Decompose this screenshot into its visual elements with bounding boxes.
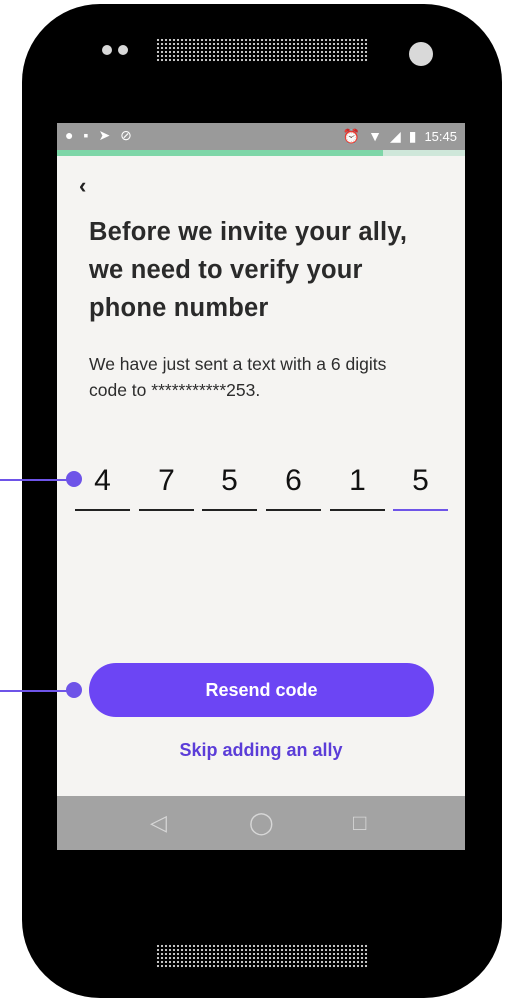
nav-back-icon[interactable]: ◁ — [150, 810, 167, 836]
otp-digit: 4 — [94, 464, 111, 497]
otp-digit: 5 — [412, 464, 429, 497]
signal-icon: ◢ — [389, 128, 401, 144]
otp-digit: 7 — [158, 464, 175, 497]
otp-digit-field[interactable]: 5 — [393, 461, 448, 511]
description-text: We have just sent a text with a 6 digits… — [89, 354, 387, 400]
resend-code-button[interactable]: Resend code — [89, 663, 434, 717]
wifi-icon: ▼ — [368, 128, 382, 144]
otp-digit: 5 — [221, 464, 238, 497]
status-bar: ● ▪ ➤ ⊘ ⏰ ▼ ◢ ▮ 15:45 — [57, 123, 465, 150]
top-speaker-grille — [156, 38, 368, 62]
progress-bar — [57, 150, 465, 156]
chat-bubble-icon: ● — [65, 127, 74, 143]
otp-digit: 1 — [349, 464, 366, 497]
annotation-dot-resend — [66, 682, 82, 698]
system-nav-bar: ◁ ◯ □ — [57, 796, 465, 850]
proximity-sensor-icon — [118, 45, 128, 55]
otp-digit-field[interactable]: 4 — [75, 461, 130, 511]
otp-digit-field[interactable]: 6 — [266, 461, 321, 511]
front-camera-icon — [102, 45, 112, 55]
progress-fill — [57, 150, 384, 156]
app-screen: ● ▪ ➤ ⊘ ⏰ ▼ ◢ ▮ 15:45 ‹ Before we invite… — [57, 123, 465, 850]
page-title: Before we invite your ally, we need to v… — [89, 218, 408, 322]
otp-digit-field[interactable]: 7 — [139, 461, 194, 511]
otp-digit: 6 — [285, 464, 302, 497]
otp-underline — [202, 509, 257, 511]
alarm-icon: ⏰ — [342, 128, 361, 144]
otp-input[interactable]: 4 7 5 6 1 5 — [75, 461, 455, 511]
otp-underline — [330, 509, 385, 511]
otp-underline — [139, 509, 194, 511]
annotation-dot-otp — [66, 471, 82, 487]
image-icon: ▪ — [83, 127, 89, 143]
otp-digit-field[interactable]: 1 — [330, 461, 385, 511]
back-button[interactable]: ‹ — [79, 173, 86, 199]
nav-home-icon[interactable]: ◯ — [249, 810, 274, 836]
annotation-line-otp — [0, 479, 72, 481]
otp-underline — [75, 509, 130, 511]
battery-icon: ▮ — [408, 128, 417, 144]
sync-off-icon: ⊘ — [120, 127, 132, 143]
light-sensor-icon — [409, 42, 433, 66]
otp-digit-field[interactable]: 5 — [202, 461, 257, 511]
bottom-speaker-grille — [156, 944, 368, 968]
send-icon: ➤ — [98, 127, 111, 143]
otp-underline — [266, 509, 321, 511]
status-time: 15:45 — [424, 128, 457, 144]
nav-recents-icon[interactable]: □ — [353, 810, 366, 836]
skip-ally-link[interactable]: Skip adding an ally — [57, 740, 465, 761]
annotation-line-resend — [0, 690, 72, 692]
otp-underline — [393, 509, 448, 511]
